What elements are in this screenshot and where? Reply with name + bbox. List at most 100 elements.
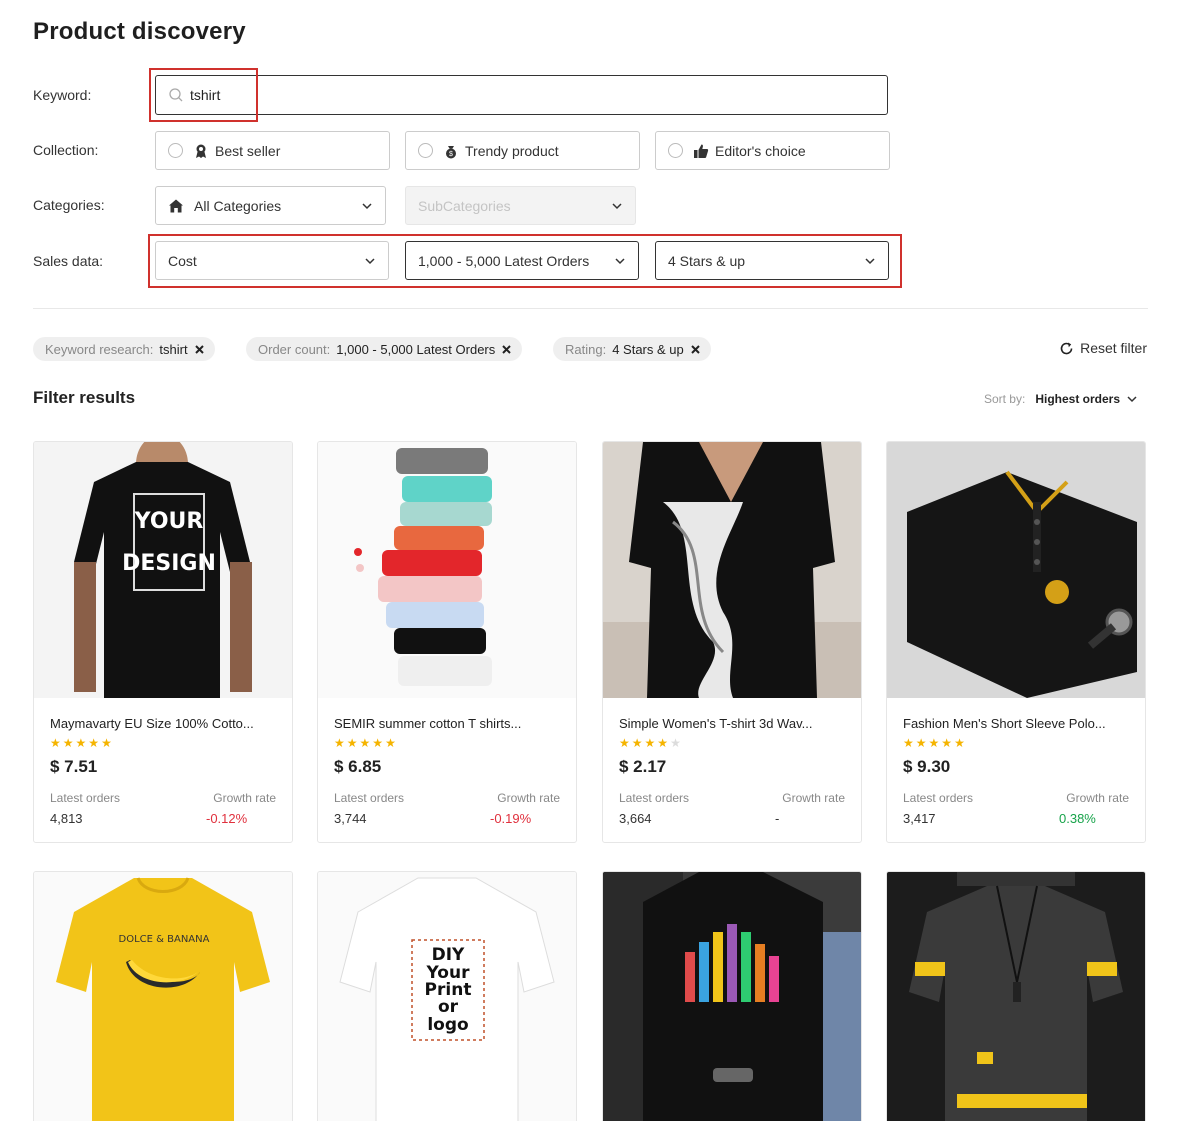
close-icon[interactable] <box>501 344 512 355</box>
order-count-select[interactable]: 1,000 - 5,000 Latest Orders <box>405 241 639 280</box>
product-price: $ 6.85 <box>334 757 382 776</box>
star-icon: ★ <box>88 736 100 750</box>
svg-text:$: $ <box>449 151 453 158</box>
product-name[interactable]: Fashion Men's Short Sleeve Polo... <box>903 716 1129 731</box>
product-card[interactable] <box>886 871 1146 1121</box>
rating-stars: ★ ★ ★ ★ ★ <box>903 737 1129 749</box>
product-image[interactable] <box>318 442 576 698</box>
star-icon: ★ <box>62 736 74 750</box>
category-select[interactable]: All Categories <box>155 186 386 225</box>
product-image[interactable] <box>603 872 861 1121</box>
star-icon: ★ <box>101 736 112 750</box>
product-card[interactable]: YOUR DESIGN Maymavarty EU Size 100% Cott… <box>33 441 293 843</box>
rating-stars: ★ ★ ★ ★ ★ <box>619 737 845 749</box>
divider <box>33 308 1148 309</box>
growth-value: - <box>775 811 780 826</box>
product-price: $ 2.17 <box>619 757 667 776</box>
sort-control[interactable]: Sort by: Highest orders <box>984 392 1138 406</box>
sort-value[interactable]: Highest orders <box>1035 392 1120 406</box>
product-image[interactable] <box>887 442 1145 698</box>
product-name[interactable]: Simple Women's T-shirt 3d Wav... <box>619 716 845 731</box>
reset-filter-button[interactable]: Reset filter <box>1059 340 1147 356</box>
subcategory-select-label: SubCategories <box>418 197 511 214</box>
best-seller-radio[interactable] <box>168 143 183 158</box>
rating-select[interactable]: 4 Stars & up <box>655 241 889 280</box>
product-image[interactable]: DOLCE & BANANA <box>34 872 292 1121</box>
product-card[interactable]: Fashion Men's Short Sleeve Polo... ★ ★ ★ ★ ★… <box>886 441 1146 843</box>
product-card[interactable]: Simple Women's T-shirt 3d Wav... ★ ★ ★ ★ ★ $… <box>602 441 862 843</box>
cost-select-label: Cost <box>168 252 197 269</box>
product-name[interactable]: SEMIR summer cotton T shirts... <box>334 716 560 731</box>
chevron-down-icon <box>361 200 373 212</box>
product-image[interactable]: DIY Your Print or logo <box>318 872 576 1121</box>
orders-value: 3,664 <box>619 811 652 826</box>
collection-trendy-product[interactable]: $ Trendy product <box>405 131 640 170</box>
best-seller-label: Best seller <box>215 142 281 159</box>
trendy-product-label: Trendy product <box>465 142 559 159</box>
rating-select-label: 4 Stars & up <box>668 252 746 269</box>
growth-value: -0.19% <box>490 811 532 826</box>
active-filter-chip: Keyword research: tshirt <box>33 337 215 361</box>
star-icon: ★ <box>644 736 656 750</box>
bag-icon: $ <box>443 143 459 159</box>
growth-label: Growth rate <box>497 791 560 805</box>
product-card[interactable]: DOLCE & BANANA <box>33 871 293 1121</box>
product-card[interactable] <box>602 871 862 1121</box>
results-title: Filter results <box>33 388 136 407</box>
award-icon <box>193 143 209 159</box>
active-filter-chip: Order count: 1,000 - 5,000 Latest Orders <box>246 337 523 361</box>
growth-label: Growth rate <box>782 791 845 805</box>
product-image[interactable]: YOUR DESIGN <box>34 442 292 698</box>
orders-value: 3,417 <box>903 811 936 826</box>
keyword-search-box[interactable] <box>155 75 888 115</box>
orders-label: Latest orders <box>619 791 690 805</box>
trendy-product-radio[interactable] <box>418 143 433 158</box>
cost-select[interactable]: Cost <box>155 241 389 280</box>
order-count-select-label: 1,000 - 5,000 Latest Orders <box>418 252 590 269</box>
close-icon[interactable] <box>690 344 701 355</box>
star-icon: ★ <box>631 736 643 750</box>
image-text: YOUR <box>134 509 204 534</box>
product-card[interactable]: DIY Your Print or logo <box>317 871 577 1121</box>
star-icon: ★ <box>619 736 630 750</box>
product-price: $ 7.51 <box>50 757 98 776</box>
search-icon <box>168 87 184 103</box>
product-name[interactable]: Maymavarty EU Size 100% Cotto... <box>50 716 276 731</box>
collection-editors-choice[interactable]: Editor's choice <box>655 131 890 170</box>
chip-key: Rating: <box>565 341 607 357</box>
editors-choice-radio[interactable] <box>668 143 683 158</box>
sort-label: Sort by: <box>983 392 1026 406</box>
chevron-down-icon[interactable] <box>1126 393 1138 405</box>
chevron-down-icon <box>364 255 376 267</box>
editors-choice-label: Editor's choice <box>715 142 806 159</box>
page-title: Product discovery <box>33 18 246 45</box>
chip-value: 4 Stars & up <box>612 341 684 357</box>
subcategory-select[interactable]: SubCategories <box>405 186 636 225</box>
growth-value: 0.38% <box>1059 811 1096 826</box>
product-image[interactable] <box>603 442 861 698</box>
chip-key: Order count: <box>258 341 331 357</box>
keyword-input[interactable] <box>190 87 790 103</box>
close-icon[interactable] <box>194 344 205 355</box>
chip-key: Keyword research: <box>45 341 154 357</box>
image-text: or <box>438 997 459 1017</box>
star-icon: ★ <box>915 736 927 750</box>
orders-value: 3,744 <box>334 811 367 826</box>
rating-stars: ★ ★ ★ ★ ★ <box>334 737 560 749</box>
active-filter-chip: Rating: 4 Stars & up <box>553 337 711 361</box>
collection-best-seller[interactable]: Best seller <box>155 131 390 170</box>
product-image[interactable] <box>887 872 1145 1121</box>
thumbs-up-icon <box>693 143 709 159</box>
growth-value: -0.12% <box>206 811 248 826</box>
product-price: $ 9.30 <box>903 757 951 776</box>
refresh-icon <box>1059 341 1074 356</box>
star-icon: ★ <box>50 736 61 750</box>
product-card[interactable]: SEMIR summer cotton T shirts... ★ ★ ★ ★ ★ $ … <box>317 441 577 843</box>
chevron-down-icon <box>864 255 876 267</box>
chevron-down-icon <box>614 255 626 267</box>
star-icon: ★ <box>903 736 914 750</box>
orders-label: Latest orders <box>334 791 405 805</box>
keyword-label: Keyword: <box>33 87 92 103</box>
home-icon <box>168 198 184 214</box>
image-text: DIY <box>432 945 465 965</box>
